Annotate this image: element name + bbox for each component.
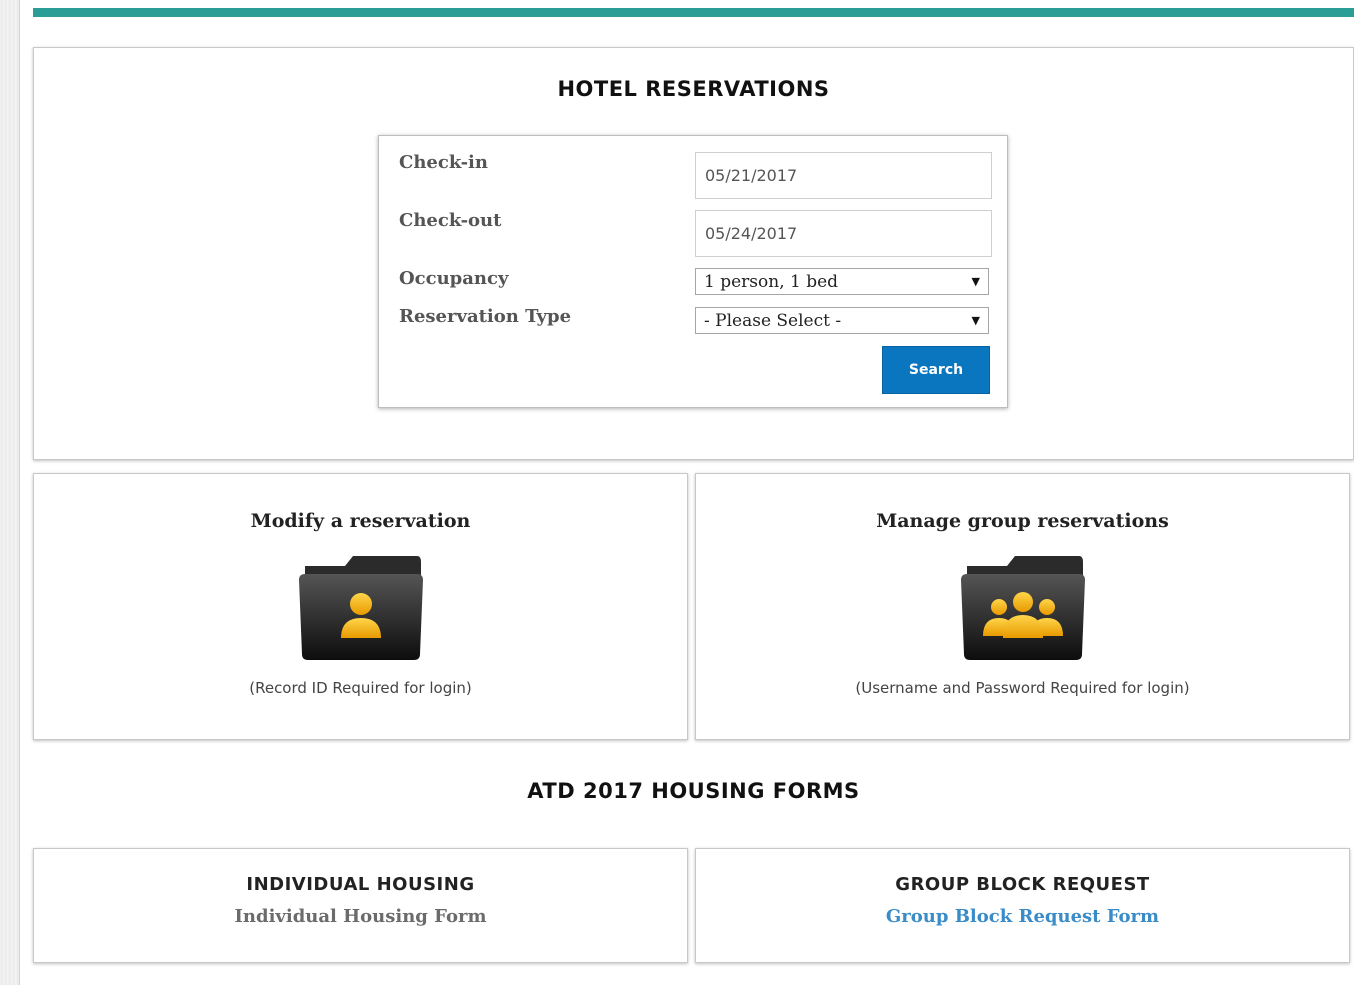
hotel-reservations-title: HOTEL RESERVATIONS xyxy=(557,77,830,101)
reservation-type-select[interactable]: - Please Select - ▼ xyxy=(695,307,989,334)
dropdown-arrow-icon: ▼ xyxy=(971,314,980,327)
reservation-search-form: Check-in 05/21/2017 Check-out 05/24/2017… xyxy=(378,135,1008,408)
occupancy-select[interactable]: 1 person, 1 bed ▼ xyxy=(695,268,989,295)
manage-group-reservations-title: Manage group reservations xyxy=(876,510,1169,532)
modify-reservation-note: (Record ID Required for login) xyxy=(249,679,472,697)
single-user-folder-icon[interactable] xyxy=(297,552,425,662)
checkin-input[interactable]: 05/21/2017 xyxy=(695,152,992,199)
reservation-type-label: Reservation Type xyxy=(399,306,572,327)
hotel-reservations-panel: HOTEL RESERVATIONS Check-in 05/21/2017 C… xyxy=(33,47,1354,460)
manage-group-reservations-card[interactable]: Manage group reservations (Username and … xyxy=(695,473,1350,740)
group-block-request-card: GROUP BLOCK REQUEST Group Block Request … xyxy=(695,848,1350,963)
checkout-label: Check-out xyxy=(399,210,502,231)
housing-forms-title: ATD 2017 HOUSING FORMS xyxy=(527,779,860,803)
header-accent-bar xyxy=(33,8,1354,17)
left-scroll-rail xyxy=(0,0,20,985)
individual-housing-card: INDIVIDUAL HOUSING Individual Housing Fo… xyxy=(33,848,688,963)
checkin-label: Check-in xyxy=(399,152,488,173)
group-block-request-form-link[interactable]: Group Block Request Form xyxy=(696,906,1349,927)
individual-housing-heading: INDIVIDUAL HOUSING xyxy=(246,874,475,895)
dropdown-arrow-icon: ▼ xyxy=(971,275,980,288)
occupancy-label: Occupancy xyxy=(399,268,509,289)
search-button[interactable]: Search xyxy=(882,346,990,394)
reservation-type-selected-value: - Please Select - xyxy=(704,310,842,331)
modify-reservation-card[interactable]: Modify a reservation (Record ID Required… xyxy=(33,473,688,740)
checkout-input[interactable]: 05/24/2017 xyxy=(695,210,992,257)
group-block-request-heading: GROUP BLOCK REQUEST xyxy=(895,874,1150,895)
occupancy-selected-value: 1 person, 1 bed xyxy=(704,271,839,292)
manage-group-reservations-note: (Username and Password Required for logi… xyxy=(855,679,1190,697)
modify-reservation-title: Modify a reservation xyxy=(250,510,471,532)
individual-housing-form-link[interactable]: Individual Housing Form xyxy=(34,906,687,927)
group-users-folder-icon[interactable] xyxy=(959,552,1087,662)
